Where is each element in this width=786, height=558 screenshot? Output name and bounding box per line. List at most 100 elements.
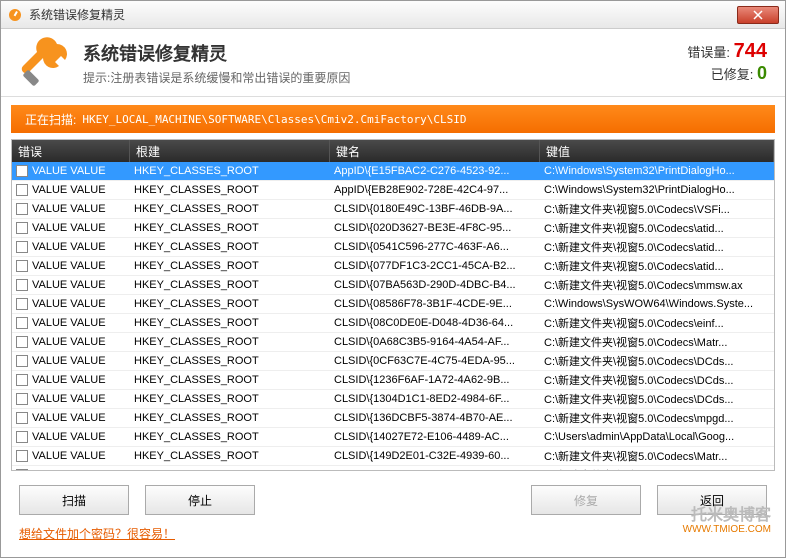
row-checkbox[interactable]: [16, 279, 28, 291]
scan-button[interactable]: 扫描: [19, 485, 129, 515]
cell-key: CLSID\{14027E72-E106-4489-AC...: [330, 431, 540, 443]
table-body[interactable]: VALUE VALUEHKEY_CLASSES_ROOTAppID\{E15FB…: [12, 162, 774, 471]
cell-error: VALUE VALUE: [32, 450, 106, 462]
cell-value: C:\新建文件夹\视窗5.0\Codecs\VSFi...: [540, 201, 774, 217]
table-row[interactable]: VALUE VALUEHKEY_CLASSES_ROOTCLSID\{020D3…: [12, 219, 774, 238]
cell-root: HKEY_CLASSES_ROOT: [130, 355, 330, 367]
cell-error: VALUE VALUE: [32, 336, 106, 348]
table-row[interactable]: VALUE VALUE HKEY_CLASSES_ROOTCLSID\{0180E…: [12, 200, 774, 219]
row-checkbox[interactable]: [16, 298, 28, 310]
err-label: 错误量:: [687, 45, 730, 60]
col-value[interactable]: 键值: [540, 140, 774, 162]
table-row[interactable]: VALUE VALUEHKEY_CLASSES_ROOTCLSID\{07BA5…: [12, 276, 774, 295]
header-title: 系统错误修复精灵: [83, 40, 687, 66]
table-row[interactable]: VALUE VALUEHKEY_CLASSES_ROOTCLSID\{149D2…: [12, 447, 774, 466]
fix-label: 已修复:: [711, 67, 754, 82]
row-checkbox[interactable]: [16, 222, 28, 234]
cell-error: VALUE VALUE: [32, 412, 106, 424]
table-row[interactable]: VALUE VALUE HKEY_CLASSES_ROOTCLSID\{08C0D…: [12, 314, 774, 333]
row-checkbox[interactable]: [16, 450, 28, 462]
app-icon: [7, 7, 23, 23]
cell-root: HKEY_CLASSES_ROOT: [130, 412, 330, 424]
cell-value: C:\Users\admin\AppData\Local\Goog...: [540, 431, 774, 443]
table-row[interactable]: VALUE VALUEHKEY_CLASSES_ROOTCLSID\{0CF63…: [12, 352, 774, 371]
cell-key: CLSID\{08C0DE0E-D048-4D36-64...: [330, 317, 540, 329]
cell-error: VALUE VALUE: [32, 298, 106, 310]
cell-root: HKEY_CLASSES_ROOT: [130, 203, 330, 215]
cell-value: C:\新建文件夹\视窗5.0\Codecs\atid...: [540, 258, 774, 274]
cell-key: CLSID\{0541C596-277C-463F-A6...: [330, 241, 540, 253]
cell-error: VALUE VALUE: [32, 431, 106, 443]
cell-root: HKEY_CLASSES_ROOT: [130, 260, 330, 272]
cell-root: HKEY_CLASSES_ROOT: [130, 374, 330, 386]
table-row[interactable]: VALUE VALUE HKEY_CLASSES_ROOTCLSID\{136DC…: [12, 409, 774, 428]
row-checkbox[interactable]: [16, 184, 28, 196]
row-checkbox[interactable]: [16, 203, 28, 215]
button-row: 扫描 停止 修复 返回: [1, 471, 785, 521]
table-row[interactable]: VALUE VALUEHKEY_CLASSES_ROOTCLSID\{077DF…: [12, 257, 774, 276]
cell-key: CLSID\{0180E49C-13BF-46DB-9A...: [330, 203, 540, 215]
results-table: 错误 根建 键名 键值 VALUE VALUEHKEY_CLASSES_ROOT…: [11, 139, 775, 471]
cell-key: CLSID\{020D3627-BE3E-4F8C-95...: [330, 222, 540, 234]
row-checkbox[interactable]: [16, 374, 28, 386]
fix-button[interactable]: 修复: [531, 485, 641, 515]
back-button[interactable]: 返回: [657, 485, 767, 515]
row-checkbox[interactable]: [16, 412, 28, 424]
table-header: 错误 根建 键名 键值: [12, 140, 774, 162]
cell-key: CLSID\{08586F78-3B1F-4CDE-9E...: [330, 298, 540, 310]
row-checkbox[interactable]: [16, 336, 28, 348]
cell-key: CLSID\{1236F6AF-1A72-4A62-9B...: [330, 374, 540, 386]
cell-error: VALUE VALUE: [32, 184, 106, 196]
cell-key: CLSID\{0CF63C7E-4C75-4EDA-95...: [330, 355, 540, 367]
row-checkbox[interactable]: [16, 241, 28, 253]
cell-root: HKEY_CLASSES_ROOT: [130, 184, 330, 196]
row-checkbox[interactable]: [16, 431, 28, 443]
cell-error: VALUE VALUE: [32, 165, 106, 177]
table-row[interactable]: VALUE VALUEHKEY_CLASSES_ROOTCLSID\{0541C…: [12, 238, 774, 257]
cell-value: C:\Windows\System32\PrintDialogHo...: [540, 165, 774, 177]
row-checkbox[interactable]: [16, 355, 28, 367]
cell-error: VALUE VALUE: [32, 203, 106, 215]
close-button[interactable]: [737, 6, 779, 24]
cell-error: VALUE VALUE: [32, 317, 106, 329]
cell-error: VALUE VALUE: [32, 222, 106, 234]
cell-value: C:\新建文件夹\视窗5.0\Codecs\DCds...: [540, 372, 774, 388]
cell-key: CLSID\{077DF1C3-2CC1-45CA-B2...: [330, 260, 540, 272]
row-checkbox[interactable]: [16, 260, 28, 272]
footer-link[interactable]: 想给文件加个密码？很容易！: [19, 525, 175, 542]
cell-key: CLSID\{07BA563D-290D-4DBC-B4...: [330, 279, 540, 291]
cell-root: HKEY_CLASSES_ROOT: [130, 393, 330, 405]
cell-key: AppID\{E15FBAC2-C276-4523-92...: [330, 165, 540, 177]
row-checkbox[interactable]: [16, 165, 28, 177]
table-row[interactable]: VALUE VALUEHKEY_CLASSES_ROOTCLSID\{1304D…: [12, 390, 774, 409]
cell-root: HKEY_CLASSES_ROOT: [130, 317, 330, 329]
header: 系统错误修复精灵 提示:注册表错误是系统缓慢和常出错误的重要原因 错误量: 74…: [1, 29, 785, 97]
cell-key: CLSID\{1304D1C1-8ED2-4984-6F...: [330, 393, 540, 405]
stop-button[interactable]: 停止: [145, 485, 255, 515]
table-row[interactable]: VALUE VALUE HKEY_CLASSES_ROOTCLSID\{14027…: [12, 428, 774, 447]
cell-value: C:\新建文件夹\视窗5.0\Codecs\mmsw.ax: [540, 277, 774, 293]
table-row[interactable]: VALUE VALUE HKEY_CLASSES_ROOTCLSID\{1236F…: [12, 371, 774, 390]
cell-key: AppID\{EB28E902-728E-42C4-97...: [330, 184, 540, 196]
col-error[interactable]: 错误: [12, 140, 130, 162]
row-checkbox[interactable]: [16, 393, 28, 405]
cell-root: HKEY_CLASSES_ROOT: [130, 279, 330, 291]
cell-key: CLSID\{136DCBF5-3874-4B70-AE...: [330, 412, 540, 424]
table-row[interactable]: VALUE VALUEHKEY_CLASSES_ROOTCLSID\{0A68C…: [12, 333, 774, 352]
table-row[interactable]: VALUE VALUE HKEY_CLASSES_ROOTAppID\{EB28E…: [12, 181, 774, 200]
cell-value: C:\Windows\System32\PrintDialogHo...: [540, 184, 774, 196]
header-subtitle: 提示:注册表错误是系统缓慢和常出错误的重要原因: [83, 69, 687, 86]
cell-root: HKEY_CLASSES_ROOT: [130, 165, 330, 177]
cell-value: C:\新建文件夹\视窗5.0\Codecs\atid...: [540, 239, 774, 255]
row-checkbox[interactable]: [16, 317, 28, 329]
cell-value: C:\Windows\SysWOW64\Windows.Syste...: [540, 298, 774, 310]
wrench-icon: [19, 36, 73, 90]
cell-key: CLSID\{149D2E01-C32E-4939-60...: [330, 450, 540, 462]
col-key[interactable]: 键名: [330, 140, 540, 162]
cell-root: HKEY_CLASSES_ROOT: [130, 431, 330, 443]
table-row[interactable]: VALUE VALUEHKEY_CLASSES_ROOTCLSID\{08586…: [12, 295, 774, 314]
cell-error: VALUE VALUE: [32, 374, 106, 386]
cell-key: CLSID\{0A68C3B5-9164-4A54-AF...: [330, 336, 540, 348]
table-row[interactable]: VALUE VALUE HKEY_CLASSES_ROOTAppID\{E15FB…: [12, 162, 774, 181]
col-root[interactable]: 根建: [130, 140, 330, 162]
